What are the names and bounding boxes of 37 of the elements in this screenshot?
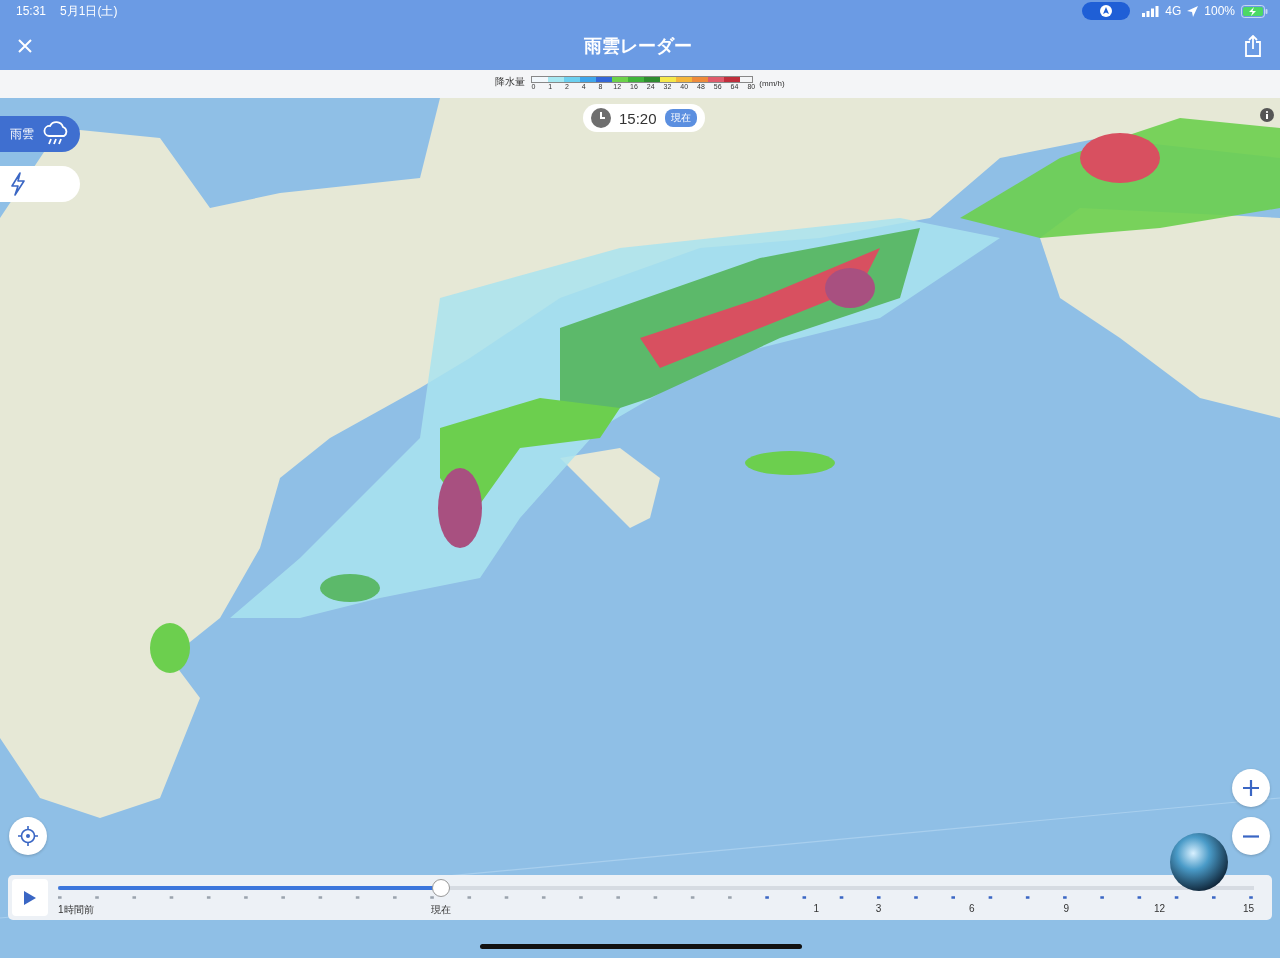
timeline-label: 1時間前 bbox=[58, 903, 94, 917]
rain-cloud-icon bbox=[42, 121, 70, 147]
voice-assistant-orb-icon bbox=[1170, 833, 1228, 891]
close-icon bbox=[18, 39, 32, 53]
info-button[interactable] bbox=[1260, 108, 1274, 122]
battery-charging-icon bbox=[1241, 4, 1268, 18]
now-badge: 現在 bbox=[664, 109, 697, 127]
slider-thumb[interactable] bbox=[431, 879, 450, 897]
lightning-layer-button[interactable] bbox=[0, 166, 80, 202]
crosshair-icon bbox=[18, 826, 38, 846]
play-button[interactable] bbox=[12, 879, 48, 916]
network-type: 4G bbox=[1165, 4, 1182, 18]
signal-icon bbox=[1142, 5, 1160, 17]
battery-percent: 100% bbox=[1204, 4, 1235, 18]
timeline-label: 12 bbox=[1153, 903, 1166, 914]
timeline-label: 9 bbox=[1063, 903, 1069, 914]
clock-icon bbox=[591, 108, 611, 128]
minus-icon bbox=[1243, 834, 1259, 838]
status-date: 5月1日(土) bbox=[60, 2, 118, 20]
plus-icon bbox=[1241, 778, 1261, 798]
legend-unit: (mm/h) bbox=[759, 78, 785, 90]
location-arrow-icon bbox=[1187, 5, 1199, 17]
timeline-label: 15 bbox=[1242, 903, 1254, 914]
timeline-label: 6 bbox=[968, 903, 975, 914]
status-time: 15:31 bbox=[16, 4, 47, 18]
info-icon bbox=[1260, 108, 1274, 122]
share-icon bbox=[1244, 35, 1262, 57]
rain-layer-button[interactable]: 雨雲 bbox=[0, 116, 80, 152]
lightning-icon bbox=[10, 172, 26, 196]
play-icon bbox=[24, 890, 36, 905]
radar-time: 15:20 bbox=[619, 109, 657, 127]
timeline-label: 1 bbox=[813, 903, 820, 914]
navigation-pill-icon bbox=[1082, 2, 1131, 20]
screen-title: 雨雲レーダー bbox=[584, 35, 692, 58]
timeline-label: 現在 bbox=[430, 903, 451, 917]
timeline-label: 3 bbox=[875, 903, 882, 914]
legend-label: 降水量 bbox=[495, 76, 526, 88]
